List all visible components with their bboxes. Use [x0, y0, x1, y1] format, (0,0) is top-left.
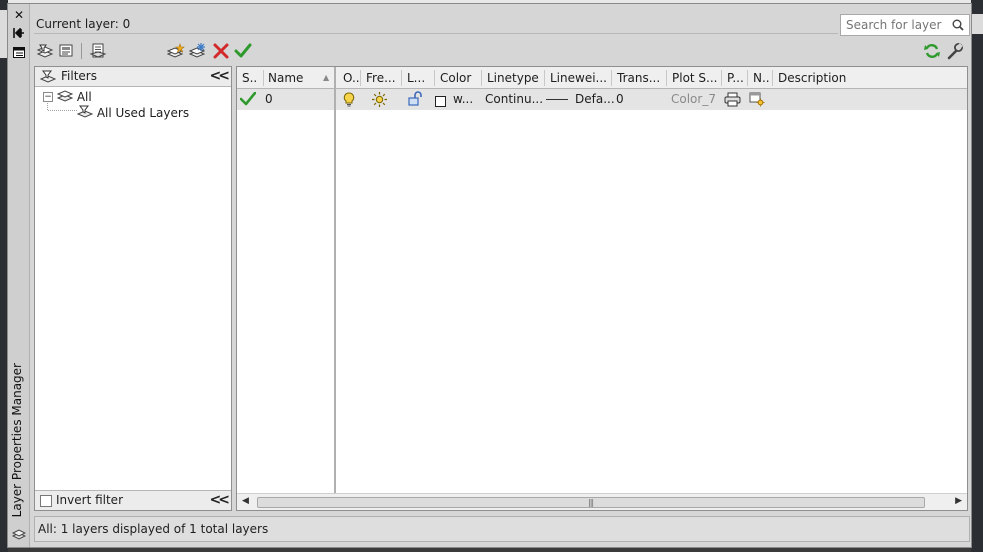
close-icon[interactable]: ✕: [11, 7, 27, 23]
frozen-column-divider: [334, 67, 336, 493]
refresh-icon[interactable]: [923, 42, 941, 60]
lineweight-cell[interactable]: Defa...: [575, 89, 615, 110]
plot-style-cell: Color_7: [671, 92, 716, 106]
filter-funnel-icon: [39, 70, 57, 84]
invert-filter-bar: Invert filter <<: [35, 490, 231, 510]
tree-item-all-used-layers[interactable]: All Used Layers: [76, 105, 189, 120]
properties-menu-icon[interactable]: [11, 44, 27, 60]
column-linetype[interactable]: Linetype: [482, 67, 544, 89]
filter-tree-pane: Filters << − All All Used Layers Invert …: [34, 66, 232, 511]
new-layer-vp-frozen-icon[interactable]: [188, 42, 207, 60]
palette-title-bar[interactable]: ✕ Layer Properties Manager: [8, 4, 30, 547]
column-lock[interactable]: L...: [402, 67, 434, 89]
set-current-icon[interactable]: [234, 42, 252, 60]
settings-wrench-icon[interactable]: [946, 42, 964, 60]
lightbulb-on-icon[interactable]: [343, 92, 355, 108]
layer-grid: S.. Name ▲ O.. Fre... L... Color Linetype…: [236, 66, 968, 511]
transparency-cell[interactable]: 0: [616, 89, 624, 110]
invert-filter-label: Invert filter: [56, 493, 123, 507]
column-status[interactable]: S..: [237, 67, 263, 89]
column-new-vp-freeze[interactable]: N..: [748, 67, 772, 89]
layer-stack-icon: [11, 527, 27, 541]
status-bar: All: 1 layers displayed of 1 total layer…: [34, 516, 970, 542]
grid-header: S.. Name ▲ O.. Fre... L... Color Linetype…: [237, 67, 967, 89]
search-input[interactable]: [840, 14, 970, 36]
linetype-cell[interactable]: Continu...: [485, 89, 543, 110]
column-description[interactable]: Description: [773, 67, 893, 89]
current-layer-label: Current layer: 0: [34, 14, 838, 34]
collapse-filter-pane-icon[interactable]: <<: [210, 67, 231, 86]
column-color[interactable]: Color: [435, 67, 481, 89]
layer-name-cell[interactable]: 0: [265, 89, 273, 110]
layer-states-manager-icon[interactable]: [89, 42, 107, 60]
layer-properties-palette: ✕ Layer Properties Manager Current layer…: [7, 3, 972, 548]
color-swatch[interactable]: [435, 96, 446, 107]
palette-content: Current layer: 0 Search for layer Filter…: [30, 4, 971, 547]
column-lineweight[interactable]: Linewei...: [545, 67, 611, 89]
filters-label: Filters: [61, 69, 97, 83]
auto-hide-icon[interactable]: [11, 25, 27, 41]
column-name[interactable]: Name ▲: [263, 67, 335, 89]
sun-thawed-icon[interactable]: [371, 91, 388, 108]
drawing-area-right-edge: [971, 0, 983, 552]
filters-header: Filters <<: [35, 67, 231, 87]
color-name-cell[interactable]: w...: [453, 89, 473, 110]
sort-ascending-icon: ▲: [323, 73, 330, 82]
search-icon[interactable]: [952, 19, 964, 31]
printer-icon[interactable]: [724, 92, 741, 108]
column-on[interactable]: O..: [338, 67, 360, 89]
scroll-left-icon[interactable]: ◀: [242, 496, 249, 506]
horizontal-scrollbar[interactable]: ◀ ||| ▶: [237, 493, 967, 510]
current-check-icon: [239, 91, 257, 108]
new-layer-icon[interactable]: [166, 42, 185, 60]
tree-item-all[interactable]: All: [56, 89, 92, 104]
new-property-filter-icon[interactable]: [36, 42, 54, 60]
lineweight-sample-line: [546, 99, 568, 100]
column-plot[interactable]: P...: [722, 67, 747, 89]
column-transparency[interactable]: Trans...: [612, 67, 666, 89]
scrollbar-thumb[interactable]: |||: [257, 497, 925, 508]
unlocked-padlock-icon[interactable]: [407, 91, 423, 108]
collapse-filter-footer-icon[interactable]: <<: [210, 491, 231, 510]
new-group-filter-icon[interactable]: [58, 42, 76, 60]
layer-toolbar: [34, 40, 969, 62]
invert-filter-checkbox[interactable]: [40, 495, 52, 507]
column-plot-style[interactable]: Plot S...: [667, 67, 721, 89]
column-freeze[interactable]: Fre...: [361, 67, 401, 89]
delete-layer-icon[interactable]: [212, 42, 230, 60]
new-vp-freeze-icon[interactable]: [749, 92, 765, 108]
table-row[interactable]: 0 w... Continu... Defa... 0 Color_7: [237, 89, 967, 110]
tree-collapse-toggle[interactable]: −: [43, 92, 53, 102]
scroll-right-icon[interactable]: ▶: [955, 496, 962, 506]
palette-title: Layer Properties Manager: [10, 362, 24, 517]
